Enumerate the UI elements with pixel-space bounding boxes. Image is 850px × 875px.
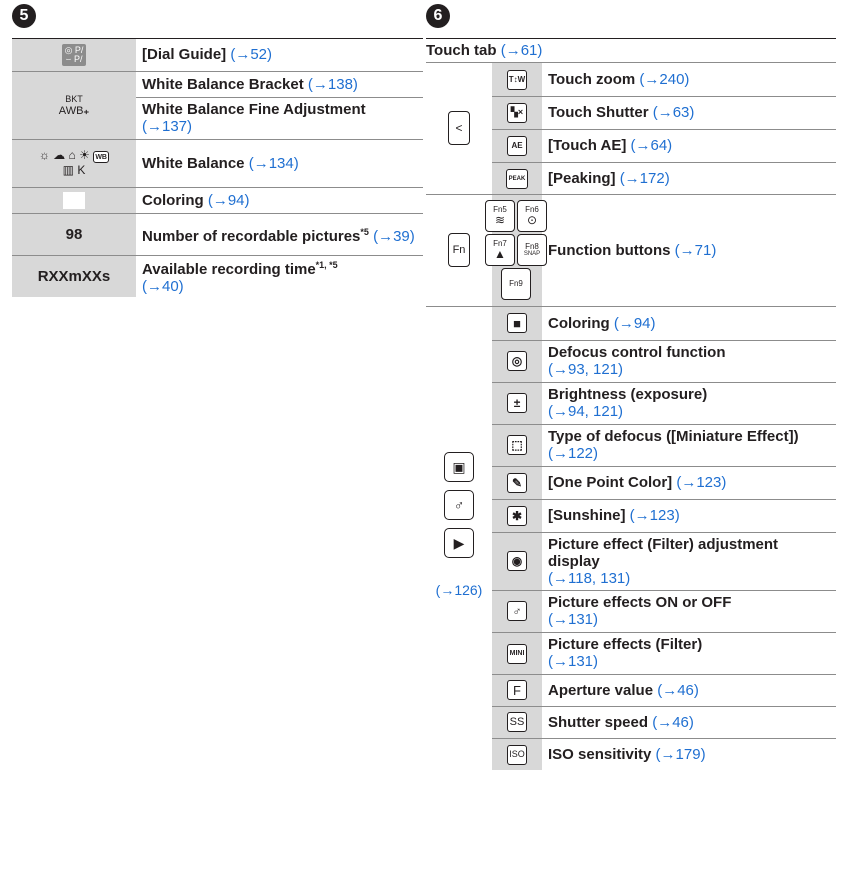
ref-link[interactable]: (→123) <box>676 474 726 491</box>
ref-link[interactable]: (→94) <box>614 315 656 332</box>
mini-filter-icon: MINI <box>492 631 542 674</box>
effects-on-off-icon: ♂ <box>492 589 542 632</box>
row-recording-time: Available recording time*1, *5 (→40) <box>136 254 423 297</box>
ref-link[interactable]: (→64) <box>631 137 673 154</box>
row-touch-shutter: Touch Shutter (→63) <box>542 95 836 129</box>
section-badge-5: 5 <box>12 4 36 28</box>
ref-link[interactable]: (→46) <box>657 682 699 699</box>
dial-guide-icon: ◎ P/⌣ P/ <box>12 39 136 71</box>
row-one-point-color: [One Point Color] (→123) <box>542 465 836 499</box>
row-aperture: Aperture value (→46) <box>542 673 836 706</box>
ref-link[interactable]: (→93, 121) <box>548 361 623 378</box>
fn-tab-icon[interactable]: Fn <box>448 233 470 267</box>
fn5-button-icon: Fn5 ≋ <box>485 200 515 232</box>
section-badge-6: 6 <box>426 4 450 28</box>
fn-buttons-cell: Fn5 ≋ Fn6 ⊙ Fn7 ▲ Fn8 SNAP Fn9 <box>485 193 547 306</box>
fn6-button-icon: Fn6 ⊙ <box>517 200 547 232</box>
coloring-swatch <box>12 186 136 213</box>
ref-link[interactable]: (→94) <box>208 192 250 209</box>
fn8-button-icon: Fn8 SNAP <box>517 234 547 266</box>
white-balance-icons: ☼ ☁ ⌂ ☀ WB ▥ K <box>12 138 136 187</box>
defocus-icon: ◎ <box>492 339 542 382</box>
row-coloring-2: Coloring (→94) <box>542 305 836 340</box>
ref-link[interactable]: (→71) <box>675 242 717 259</box>
fn7-button-icon: Fn7 ▲ <box>485 234 515 266</box>
ref-link[interactable]: (→138) <box>308 76 358 93</box>
ref-link[interactable]: (→179) <box>656 746 706 763</box>
touch-shutter-icon: ▚× <box>492 95 542 129</box>
row-shutter-speed: Shutter speed (→46) <box>542 705 836 738</box>
ref-link[interactable]: (→122) <box>548 445 598 462</box>
row-sunshine: [Sunshine] (→123) <box>542 498 836 532</box>
ref-link[interactable]: (→63) <box>653 104 695 121</box>
touch-ae-icon: AE <box>492 128 542 162</box>
side-ref-link[interactable]: (→126) <box>432 582 486 598</box>
one-point-color-icon: ✎ <box>492 465 542 499</box>
right-table: < T↕W Touch zoom (→240) ▚× Touch Shutter… <box>426 63 836 770</box>
ref-link[interactable]: (→46) <box>652 714 694 731</box>
row-touch-ae: [Touch AE] (→64) <box>542 128 836 162</box>
ref-link[interactable]: (→137) <box>142 118 192 135</box>
row-recordable: Number of recordable pictures*5 (→39) <box>136 212 423 255</box>
row-coloring: Coloring (→94) <box>136 186 423 213</box>
touch-zoom-icon: T↕W <box>492 63 542 96</box>
ref-link[interactable]: (→39) <box>373 228 415 245</box>
row-wb-fine: White Balance Fine Adjustment (→137) <box>136 96 423 139</box>
row-filter-adjust: Picture effect (Filter) adjustment displ… <box>542 531 836 590</box>
row-peaking: [Peaking] (→172) <box>542 161 836 194</box>
ref-link[interactable]: (→52) <box>230 46 272 63</box>
touch-tab-icon[interactable]: < <box>448 111 470 146</box>
ref-link[interactable]: (→240) <box>639 71 689 88</box>
miniature-icon: ⬚ <box>492 423 542 466</box>
aperture-icon: F <box>492 673 542 706</box>
recording-time: RXXmXXs <box>12 254 136 297</box>
left-table: ◎ P/⌣ P/ [Dial Guide] (→52) BKT AWB₊ Whi… <box>12 39 423 297</box>
recordable-count: 98 <box>12 212 136 255</box>
touch-tab-heading: Touch tab (→61) <box>426 40 836 63</box>
brightness-icon: ± <box>492 381 542 424</box>
filter-icon[interactable]: ♂ <box>444 490 474 521</box>
creative-video-icon[interactable]: ▣ <box>444 452 474 483</box>
row-dial-guide: [Dial Guide] (→52) <box>142 46 273 64</box>
sunshine-icon: ✱ <box>492 498 542 532</box>
row-white-balance: White Balance (→134) <box>136 138 423 187</box>
ref-link[interactable]: (→94, 121) <box>548 403 623 420</box>
ref-link[interactable]: (→131) <box>548 611 598 628</box>
movie-icon[interactable]: ▶ <box>444 528 474 559</box>
ref-link[interactable]: (→123) <box>630 507 680 524</box>
ref-link[interactable]: (→172) <box>620 170 670 187</box>
touch-side-cell: < <box>426 63 492 194</box>
bkt-awb-icon: BKT AWB₊ <box>12 70 136 139</box>
ref-link[interactable]: (→134) <box>249 155 299 172</box>
iso-icon: ISO <box>492 737 542 770</box>
row-effects-on-off: Picture effects ON or OFF (→131) <box>542 589 836 632</box>
row-iso: ISO sensitivity (→179) <box>542 737 836 770</box>
fn9-button-icon: Fn9 <box>501 268 531 300</box>
row-brightness: Brightness (exposure) (→94, 121) <box>542 381 836 424</box>
row-wb-bracket: White Balance Bracket (→138) <box>136 70 423 97</box>
right-top-rule <box>426 38 836 39</box>
effects-side-cell: ▣ ♂ ▶ (→126) <box>426 305 492 770</box>
row-defocus-type: Type of defocus ([Miniature Effect]) (→1… <box>542 423 836 466</box>
row-function-buttons: Function buttons (→71) <box>542 193 836 306</box>
ref-link[interactable]: (→61) <box>501 42 543 59</box>
ref-link[interactable]: (→131) <box>548 653 598 670</box>
coloring-icon: ■ <box>492 305 542 340</box>
shutter-speed-icon: SS <box>492 705 542 738</box>
ref-link[interactable]: (→40) <box>142 278 184 295</box>
row-defocus: Defocus control function (→93, 121) <box>542 339 836 382</box>
filter-adjust-icon: ◉ <box>492 531 542 590</box>
peaking-icon: PEAK <box>492 161 542 194</box>
ref-link[interactable]: (→118, 131) <box>548 570 630 587</box>
row-effects-filter: Picture effects (Filter) (→131) <box>542 631 836 674</box>
row-touch-zoom: Touch zoom (→240) <box>548 70 690 88</box>
